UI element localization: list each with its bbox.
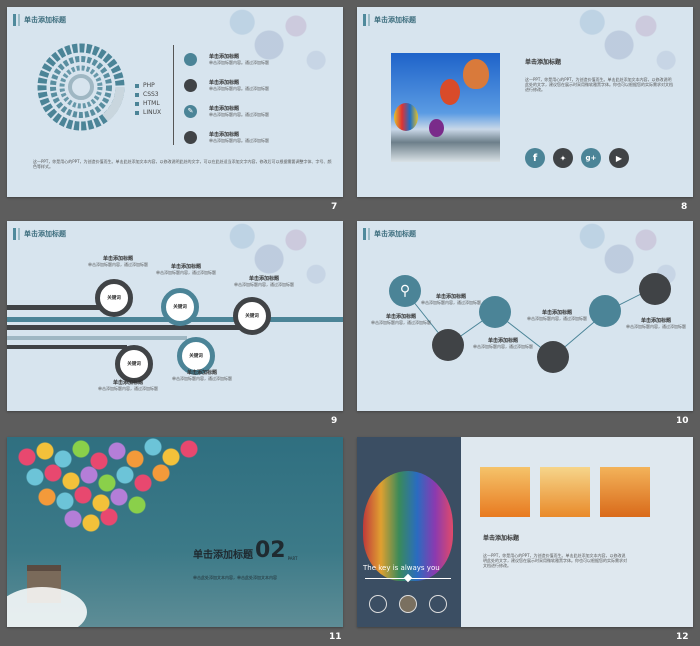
keyword-circle[interactable]: 关键词 [233, 297, 271, 335]
slide-10[interactable]: 单击添加标题 ⚲ 单击添加标题 单击添加标题内容，通过添加标题 单击添加标题 单击添… [357, 221, 693, 411]
lightbulb-icon: ⚲ [389, 275, 421, 307]
caption: 单击添加标题 单击添加标题内容，通过添加标题 [473, 338, 533, 349]
slide-title: 单击添加标题 [374, 16, 416, 24]
sunset-photo [540, 467, 590, 517]
node-circle [639, 273, 671, 305]
wrench-icon: ✎ [184, 104, 197, 118]
legend-linux: LINUX [143, 109, 162, 116]
part-number: 02 [255, 538, 286, 563]
banner-text: The key is always you [363, 564, 440, 572]
part-label: PART [287, 556, 298, 561]
caption: 单击添加标题 单击添加标题内容，通过添加标题 [88, 256, 148, 267]
body-text: 单击此处添加文本内容，单击此处添加文本内容 [193, 575, 277, 580]
track-line-light [7, 336, 187, 340]
slide-number: 8 [681, 202, 688, 212]
keyword-circle[interactable]: 关键词 [95, 279, 133, 317]
sunset-photo [480, 467, 530, 517]
ring-chart [37, 43, 125, 131]
legend: PHP CSS3 HTML LINUX [135, 81, 161, 117]
nav-circle-icon[interactable] [369, 595, 387, 613]
left-panel: The key is always you [357, 437, 461, 627]
slide-header: 单击添加标题 [7, 227, 66, 241]
circle-icon [184, 130, 197, 144]
caption: 单击添加标题 单击添加标题内容，通过添加标题 [98, 380, 158, 391]
slide-8[interactable]: 单击添加标题 单击添加标题 这一PPT，你是用心的PPT，为创造价值而生。单击此… [357, 7, 693, 197]
slide-header: 单击添加标题 [357, 13, 416, 27]
photo-hot-air-balloons [391, 53, 500, 162]
list-item: 单击添加标题 单击添加标题内容。通过添加标题 [184, 124, 334, 150]
play-icon[interactable]: ▶ [609, 148, 629, 168]
slide-9[interactable]: 单击添加标题 关键词 关键词 关键词 关键词 关键词 单击添加标题 单击添加标题内… [7, 221, 343, 411]
nav-circle-icon[interactable] [399, 595, 417, 613]
list-item: 单击添加标题 单击添加标题内容。通过添加标题 [184, 72, 334, 98]
slide-number: 9 [331, 416, 338, 426]
google-plus-icon[interactable]: g+ [581, 148, 601, 168]
divider [173, 45, 174, 145]
keyword-circle[interactable]: 关键词 [161, 288, 199, 326]
caption: 单击添加标题 单击添加标题内容，通过添加标题 [156, 264, 216, 275]
body-text: 这一PPT，你是用心的PPT，为创造价值而生。单击此处添加文本内容，以修改说明此… [33, 159, 332, 169]
slide-header: 单击添加标题 [7, 13, 66, 27]
section-title: 单击添加标题 [483, 535, 520, 542]
caption: 单击添加标题 单击添加标题内容，通过添加标题 [626, 318, 686, 329]
circle-icon [184, 78, 197, 92]
section-title: 单击添加标题 02 PART [193, 538, 298, 563]
slide-title: 单击添加标题 [24, 16, 66, 24]
right-panel [461, 437, 693, 627]
node-circle [432, 329, 464, 361]
balloon-cluster-image [7, 437, 207, 567]
slide-number: 11 [329, 632, 342, 642]
caption: 单击添加标题 单击添加标题内容，通过添加标题 [371, 314, 431, 325]
list-item: ✎ 单击添加标题 单击添加标题内容。通过添加标题 [184, 98, 334, 124]
slide-7[interactable]: 单击添加标题 PHP CSS3 HTML LINUX 单击添加标题 单击添加标题内… [7, 7, 343, 197]
track-line-dark [7, 325, 247, 330]
social-bar: f ✦ g+ ▶ [525, 148, 629, 168]
legend-php: PHP [143, 82, 155, 89]
slide-title: 单击添加标题 [24, 230, 66, 238]
section-title: 单击添加标题 [525, 59, 562, 66]
circle-icon [184, 52, 197, 66]
legend-css3: CSS3 [143, 91, 159, 98]
slide-number: 10 [676, 416, 689, 426]
caption: 单击添加标题 单击添加标题内容，通过添加标题 [421, 294, 481, 305]
slide-11[interactable]: 单击添加标题 02 PART 单击此处添加文本内容，单击此处添加文本内容 [7, 437, 343, 627]
nav-circle-icon[interactable] [429, 595, 447, 613]
keyword-circle[interactable]: 关键词 [115, 345, 153, 383]
facebook-icon[interactable]: f [525, 148, 545, 168]
node-circle [589, 295, 621, 327]
caption: 单击添加标题 单击添加标题内容，通过添加标题 [234, 276, 294, 287]
track-line-dark [7, 345, 127, 349]
body-text: 这一PPT，你是用心的PPT，为创造价值而生。单击此处添加文本内容，以修改说明此… [525, 77, 673, 92]
caption: 单击添加标题 单击添加标题内容，通过添加标题 [172, 370, 232, 381]
cloud-image [7, 587, 87, 627]
slide-12[interactable]: The key is always you 单击添加标题 这一PPT，你是用心的… [357, 437, 693, 627]
node-circle [537, 341, 569, 373]
node-circle [479, 296, 511, 328]
item-list: 单击添加标题 单击添加标题内容。通过添加标题 单击添加标题 单击添加标题内容。通过添… [184, 46, 334, 150]
caption: 单击添加标题 单击添加标题内容，通过添加标题 [527, 310, 587, 321]
legend-html: HTML [143, 100, 160, 107]
slide-number: 12 [676, 632, 689, 642]
twitter-icon[interactable]: ✦ [553, 148, 573, 168]
sunset-photo [600, 467, 650, 517]
body-text: 这一PPT，你是用心的PPT，为创造价值而生。单击此处添加文本内容，以修改说明此… [483, 553, 627, 568]
list-item: 单击添加标题 单击添加标题内容。通过添加标题 [184, 46, 334, 72]
slide-number: 7 [331, 202, 338, 212]
